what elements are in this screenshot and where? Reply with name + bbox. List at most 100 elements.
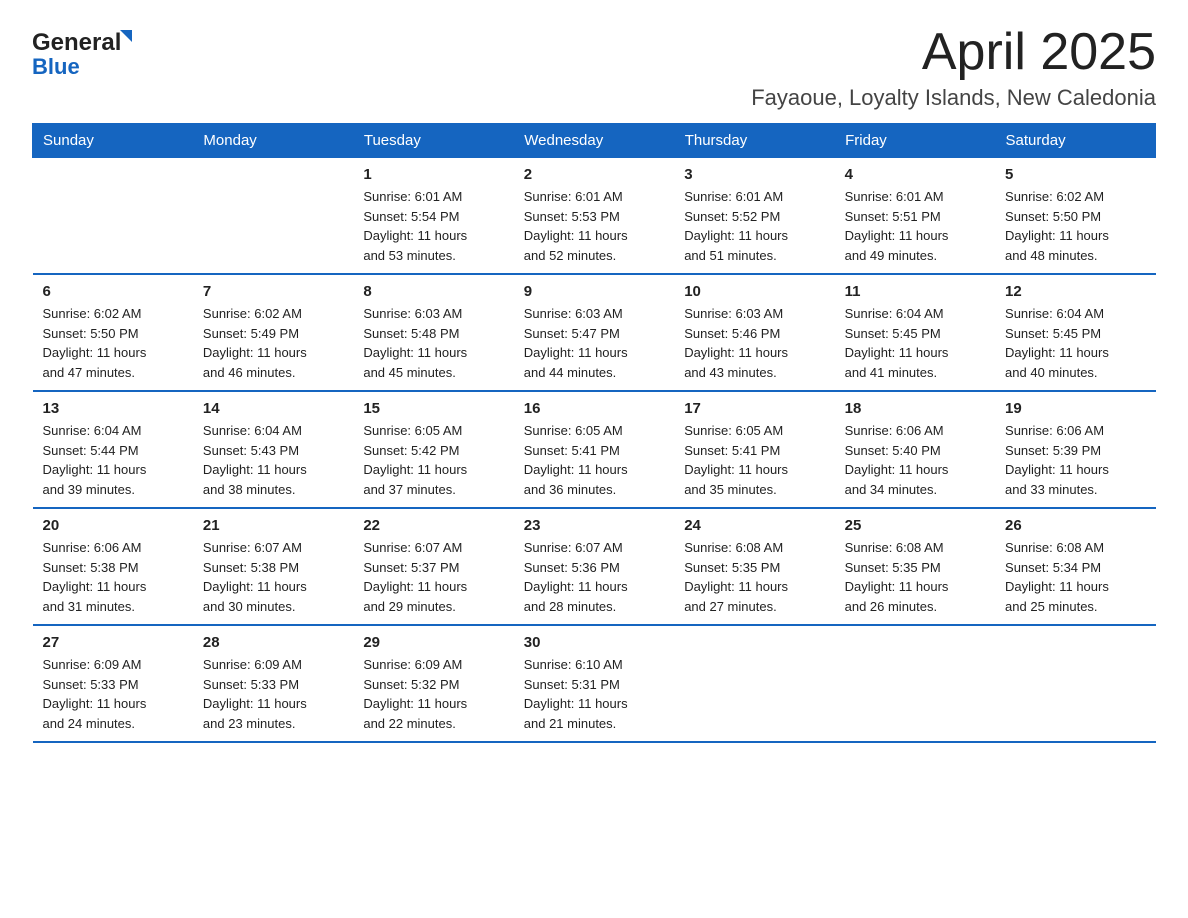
day-number: 20	[43, 517, 183, 534]
day-number: 12	[1005, 283, 1145, 300]
day-info: Sunrise: 6:03 AMSunset: 5:47 PMDaylight:…	[524, 304, 664, 382]
day-number: 1	[363, 166, 503, 183]
day-info: Sunrise: 6:07 AMSunset: 5:38 PMDaylight:…	[203, 538, 343, 616]
cell-4-2: 21 Sunrise: 6:07 AMSunset: 5:38 PMDayligh…	[193, 508, 353, 625]
day-info: Sunrise: 6:06 AMSunset: 5:38 PMDaylight:…	[43, 538, 183, 616]
week-row-5: 27 Sunrise: 6:09 AMSunset: 5:33 PMDayligh…	[33, 625, 1156, 742]
cell-3-7: 19 Sunrise: 6:06 AMSunset: 5:39 PMDayligh…	[995, 391, 1155, 508]
cell-1-5: 3Sunrise: 6:01 AMSunset: 5:52 PMDaylight…	[674, 158, 834, 275]
day-info: Sunrise: 6:09 AMSunset: 5:33 PMDaylight:…	[43, 655, 183, 733]
cell-1-3: 1 Sunrise: 6:01 AMSunset: 5:54 PMDaylight…	[353, 158, 513, 275]
cell-2-3: 8 Sunrise: 6:03 AMSunset: 5:48 PMDaylight…	[353, 274, 513, 391]
day-info: Sunrise: 6:09 AMSunset: 5:32 PMDaylight:…	[363, 655, 503, 733]
day-info: Sunrise: 6:10 AMSunset: 5:31 PMDaylight:…	[524, 655, 664, 733]
day-number: 28	[203, 634, 343, 651]
day-number: 27	[43, 634, 183, 651]
week-row-4: 20 Sunrise: 6:06 AMSunset: 5:38 PMDayligh…	[33, 508, 1156, 625]
day-info: Sunrise: 6:03 AMSunset: 5:46 PMDaylight:…	[684, 304, 824, 382]
day-number: 26	[1005, 517, 1145, 534]
day-info: Sunrise: 6:02 AMSunset: 5:49 PMDaylight:…	[203, 304, 343, 382]
cell-2-2: 7 Sunrise: 6:02 AMSunset: 5:49 PMDaylight…	[193, 274, 353, 391]
header-col-saturday: Saturday	[995, 124, 1155, 158]
day-number: 29	[363, 634, 503, 651]
day-number: 25	[845, 517, 985, 534]
header-row: SundayMondayTuesdayWednesdayThursdayFrid…	[33, 124, 1156, 158]
header-col-sunday: Sunday	[33, 124, 193, 158]
day-info: Sunrise: 6:01 AMSunset: 5:54 PMDaylight:…	[363, 187, 503, 265]
day-info: Sunrise: 6:02 AMSunset: 5:50 PMDaylight:…	[1005, 187, 1145, 265]
calendar-table: SundayMondayTuesdayWednesdayThursdayFrid…	[32, 123, 1156, 743]
cell-1-7: 5 Sunrise: 6:02 AMSunset: 5:50 PMDaylight…	[995, 158, 1155, 275]
page-header: General Blue April 2025 Fayaoue, Loyalty…	[32, 24, 1156, 111]
cell-1-1	[33, 158, 193, 275]
cell-2-5: 10Sunrise: 6:03 AMSunset: 5:46 PMDayligh…	[674, 274, 834, 391]
logo-svg: General Blue	[32, 24, 152, 78]
cell-3-2: 14 Sunrise: 6:04 AMSunset: 5:43 PMDayligh…	[193, 391, 353, 508]
day-number: 6	[43, 283, 183, 300]
cell-4-7: 26 Sunrise: 6:08 AMSunset: 5:34 PMDayligh…	[995, 508, 1155, 625]
day-info: Sunrise: 6:04 AMSunset: 5:45 PMDaylight:…	[845, 304, 985, 382]
cell-4-3: 22Sunrise: 6:07 AMSunset: 5:37 PMDayligh…	[353, 508, 513, 625]
cell-5-5	[674, 625, 834, 742]
day-info: Sunrise: 6:08 AMSunset: 5:34 PMDaylight:…	[1005, 538, 1145, 616]
day-number: 11	[845, 283, 985, 300]
day-number: 13	[43, 400, 183, 417]
cell-5-7	[995, 625, 1155, 742]
header-col-monday: Monday	[193, 124, 353, 158]
cell-1-2	[193, 158, 353, 275]
day-info: Sunrise: 6:04 AMSunset: 5:44 PMDaylight:…	[43, 421, 183, 499]
header-col-friday: Friday	[835, 124, 995, 158]
logo: General Blue	[32, 24, 152, 78]
page-title: April 2025	[751, 24, 1156, 81]
cell-5-6	[835, 625, 995, 742]
day-info: Sunrise: 6:05 AMSunset: 5:41 PMDaylight:…	[524, 421, 664, 499]
day-number: 19	[1005, 400, 1145, 417]
cell-1-6: 4 Sunrise: 6:01 AMSunset: 5:51 PMDaylight…	[835, 158, 995, 275]
cell-5-3: 29 Sunrise: 6:09 AMSunset: 5:32 PMDayligh…	[353, 625, 513, 742]
day-number: 24	[684, 517, 824, 534]
cell-4-4: 23Sunrise: 6:07 AMSunset: 5:36 PMDayligh…	[514, 508, 674, 625]
day-number: 4	[845, 166, 985, 183]
day-number: 14	[203, 400, 343, 417]
day-info: Sunrise: 6:08 AMSunset: 5:35 PMDaylight:…	[684, 538, 824, 616]
logo-blue: Blue	[32, 54, 80, 78]
day-number: 18	[845, 400, 985, 417]
cell-4-6: 25Sunrise: 6:08 AMSunset: 5:35 PMDayligh…	[835, 508, 995, 625]
day-number: 22	[363, 517, 503, 534]
day-info: Sunrise: 6:06 AMSunset: 5:39 PMDaylight:…	[1005, 421, 1145, 499]
day-number: 7	[203, 283, 343, 300]
day-number: 5	[1005, 166, 1145, 183]
day-info: Sunrise: 6:01 AMSunset: 5:52 PMDaylight:…	[684, 187, 824, 265]
day-info: Sunrise: 6:07 AMSunset: 5:36 PMDaylight:…	[524, 538, 664, 616]
logo-general: General	[32, 29, 121, 56]
day-info: Sunrise: 6:01 AMSunset: 5:51 PMDaylight:…	[845, 187, 985, 265]
day-info: Sunrise: 6:05 AMSunset: 5:42 PMDaylight:…	[363, 421, 503, 499]
day-number: 17	[684, 400, 824, 417]
day-number: 21	[203, 517, 343, 534]
cell-3-1: 13 Sunrise: 6:04 AMSunset: 5:44 PMDayligh…	[33, 391, 193, 508]
day-number: 16	[524, 400, 664, 417]
day-number: 30	[524, 634, 664, 651]
day-info: Sunrise: 6:02 AMSunset: 5:50 PMDaylight:…	[43, 304, 183, 382]
day-number: 8	[363, 283, 503, 300]
day-number: 2	[524, 166, 664, 183]
cell-3-5: 17 Sunrise: 6:05 AMSunset: 5:41 PMDayligh…	[674, 391, 834, 508]
day-info: Sunrise: 6:05 AMSunset: 5:41 PMDaylight:…	[684, 421, 824, 499]
week-row-3: 13 Sunrise: 6:04 AMSunset: 5:44 PMDayligh…	[33, 391, 1156, 508]
cell-4-5: 24 Sunrise: 6:08 AMSunset: 5:35 PMDayligh…	[674, 508, 834, 625]
page-subtitle: Fayaoue, Loyalty Islands, New Caledonia	[751, 85, 1156, 111]
day-info: Sunrise: 6:01 AMSunset: 5:53 PMDaylight:…	[524, 187, 664, 265]
day-info: Sunrise: 6:04 AMSunset: 5:43 PMDaylight:…	[203, 421, 343, 499]
calendar-body: 1 Sunrise: 6:01 AMSunset: 5:54 PMDaylight…	[33, 158, 1156, 743]
cell-2-4: 9Sunrise: 6:03 AMSunset: 5:47 PMDaylight…	[514, 274, 674, 391]
cell-5-1: 27 Sunrise: 6:09 AMSunset: 5:33 PMDayligh…	[33, 625, 193, 742]
cell-4-1: 20 Sunrise: 6:06 AMSunset: 5:38 PMDayligh…	[33, 508, 193, 625]
day-info: Sunrise: 6:09 AMSunset: 5:33 PMDaylight:…	[203, 655, 343, 733]
week-row-1: 1 Sunrise: 6:01 AMSunset: 5:54 PMDaylight…	[33, 158, 1156, 275]
day-info: Sunrise: 6:03 AMSunset: 5:48 PMDaylight:…	[363, 304, 503, 382]
cell-3-6: 18Sunrise: 6:06 AMSunset: 5:40 PMDayligh…	[835, 391, 995, 508]
header-col-thursday: Thursday	[674, 124, 834, 158]
cell-2-7: 12Sunrise: 6:04 AMSunset: 5:45 PMDayligh…	[995, 274, 1155, 391]
header-col-wednesday: Wednesday	[514, 124, 674, 158]
cell-2-1: 6 Sunrise: 6:02 AMSunset: 5:50 PMDaylight…	[33, 274, 193, 391]
